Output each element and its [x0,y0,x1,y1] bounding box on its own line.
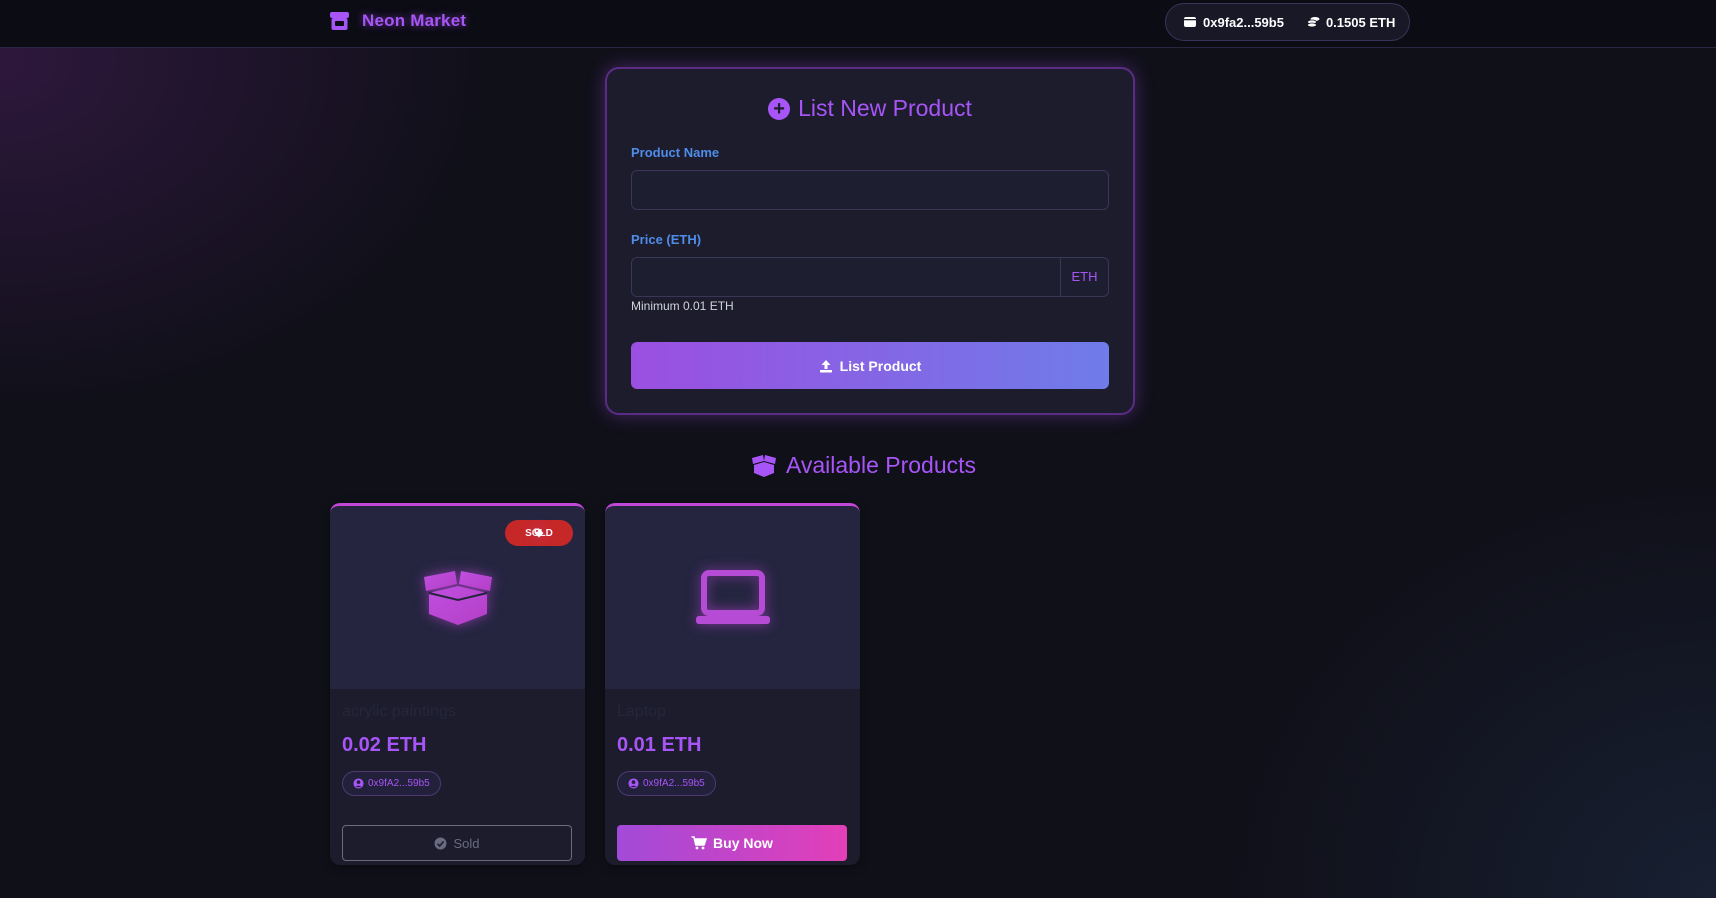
tag-icon [534,528,544,538]
box-open-icon [423,570,492,625]
check-circle-icon [434,837,447,849]
list-product-form: + List New Product Product Name Price (E… [605,67,1135,415]
product-image: SOLD [330,506,585,689]
user-circle-icon [353,778,364,789]
form-title-text: List New Product [798,95,972,121]
plus-circle-icon: + [768,97,791,120]
sold-badge: SOLD [505,520,573,546]
list-product-button[interactable]: List Product [631,342,1109,389]
product-price: 0.02 ETH [342,734,427,756]
brand-name: Neon Market [362,11,467,30]
buy-now-button[interactable]: Buy Now [617,825,847,861]
product-name: acrylic paintings [342,703,456,720]
owner-address: 0x9fA2...59b5 [643,778,705,789]
price-input[interactable] [631,257,1061,297]
user-circle-icon [628,778,639,789]
box-open-icon [751,454,776,477]
owner-badge: 0x9fA2...59b5 [617,771,716,796]
owner-address: 0x9fA2...59b5 [368,778,430,789]
list-product-label: List Product [839,357,922,374]
sold-button[interactable]: Sold [342,825,572,861]
owner-badge: 0x9fA2...59b5 [342,771,441,796]
cart-icon [691,836,708,850]
price-hint: Minimum 0.01 ETH [631,299,734,313]
top-navbar: Neon Market 0x9fa2...59b5 0.1505 ETH [0,0,1716,48]
product-name: Laptop [617,703,666,720]
wallet-address: 0x9fa2...59b5 [1203,14,1284,30]
wallet-balance: 0.1505 ETH [1325,14,1396,30]
brand-link[interactable]: Neon Market [329,9,466,33]
upload-icon [819,359,832,372]
sold-button-label: Sold [453,835,480,851]
store-icon [330,12,349,30]
product-image [605,506,860,689]
available-products-heading: Available Products [0,452,1716,479]
buy-now-label: Buy Now [713,835,773,851]
price-currency-addon: ETH [1061,257,1109,297]
wallet-info[interactable]: 0x9fa2...59b5 0.1505 ETH [1165,3,1410,41]
product-card: Laptop 0.01 ETH 0x9fA2...59b5 Buy Now [605,503,860,865]
laptop-icon [695,569,770,624]
product-card: SOLD acrylic paintings 0.02 ETH 0x9fA2..… [330,503,585,865]
form-title: + List New Product [607,95,1133,122]
wallet-icon [1184,17,1196,27]
coins-icon [1307,17,1320,28]
section-title-text: Available Products [785,452,977,478]
product-price: 0.01 ETH [617,734,702,756]
price-label: Price (ETH) [631,232,702,247]
product-name-input[interactable] [631,170,1109,210]
product-name-label: Product Name [631,145,720,160]
